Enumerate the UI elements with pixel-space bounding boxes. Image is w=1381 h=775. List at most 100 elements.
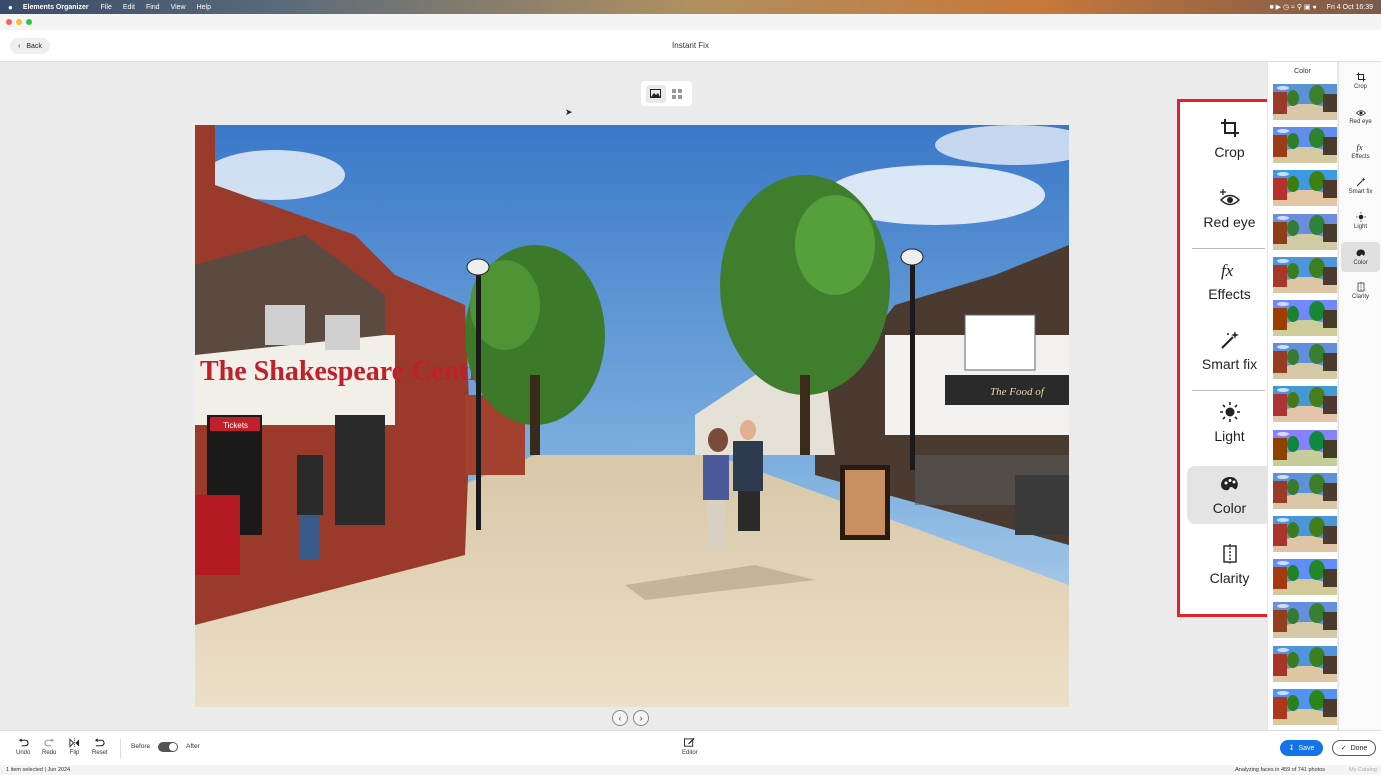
tool-crop-label: Crop [1214,144,1245,160]
clarity-icon [1357,282,1364,292]
redo-icon [44,738,54,747]
reset-label: Reset [92,750,108,756]
editor-label: Editor [682,750,698,756]
menu-app-name[interactable]: Elements Organizer [23,4,89,11]
status-bar: 1 item selected | Jun 2024 Analyzing fac… [0,765,1381,775]
mini-tool-smart-fix[interactable]: Smart fix [1341,171,1380,201]
tool-color[interactable]: Color [1187,466,1272,524]
tool-sidebar: Crop Red eye fx Effects Smart fix Light … [1338,62,1381,730]
mini-tool-clarity[interactable]: Clarity [1341,276,1380,306]
flip-button[interactable]: Flip [69,738,80,756]
preset-thumbnail[interactable] [1273,559,1337,596]
redo-button[interactable]: Redo [42,738,56,756]
minimize-window-button[interactable] [16,19,22,25]
tool-clarity[interactable]: Clarity [1187,536,1272,594]
tool-clarity-label: Clarity [1209,570,1250,586]
face-analysis-status: Analyzing faces in 459 of 741 photos [1235,767,1325,773]
crop-icon [1220,119,1239,137]
tickets-sign-text: Tickets [223,421,248,430]
red-eye-icon [1355,110,1366,116]
editor-icon [684,738,695,747]
red-eye-icon [1219,189,1240,206]
crop-icon [1356,72,1365,82]
preset-thumbnail[interactable] [1273,386,1337,423]
tool-effects[interactable]: fx Effects [1187,252,1272,310]
reset-button[interactable]: Reset [92,738,108,756]
main-photo[interactable]: The Shakespeare Centre Tickets The Food … [195,125,1069,707]
clarity-icon [1222,544,1237,564]
preset-thumbnail[interactable] [1273,84,1337,120]
preset-thumbnail[interactable] [1273,645,1337,682]
tool-effects-label: Effects [1208,286,1251,302]
preset-thumbnail[interactable] [1273,516,1337,552]
macos-menu-bar: ● Elements Organizer File Edit Find View… [0,0,1381,14]
preset-thumbnail[interactable] [1273,472,1337,509]
preset-thumbnail[interactable] [1273,127,1337,164]
preset-thumbnail[interactable] [1273,213,1337,250]
tool-smart-fix[interactable]: Smart fix [1187,322,1272,380]
window-title-bar [0,14,1381,30]
menu-help[interactable]: Help [197,4,211,11]
street-photo-illustration: The Shakespeare Centre Tickets The Food … [195,125,1069,707]
before-after-toggle[interactable] [158,742,178,752]
menu-view[interactable]: View [171,4,186,11]
editor-button[interactable]: Editor [682,738,698,756]
zoom-window-button[interactable] [26,19,32,25]
preset-thumbnail[interactable] [1273,170,1337,207]
undo-button[interactable]: Undo [16,738,30,756]
tool-light[interactable]: Light [1187,394,1272,452]
menu-edit[interactable]: Edit [123,4,135,11]
color-icon [1356,249,1365,257]
preset-thumbnail[interactable] [1273,300,1337,336]
preset-thumbnail[interactable] [1273,256,1337,293]
mini-tool-smart-fix-label: Smart fix [1348,189,1373,195]
tool-red-eye-label: Red eye [1203,214,1256,230]
preset-thumbnail[interactable] [1273,343,1337,380]
photo-navigation: ‹ › [612,710,649,726]
tool-light-label: Light [1214,428,1245,444]
save-label: Save [1298,744,1315,752]
effects-icon: fx [1221,261,1234,280]
preset-thumbnail[interactable] [1273,429,1337,466]
close-window-button[interactable] [6,19,12,25]
menu-find[interactable]: Find [146,4,160,11]
mini-tool-red-eye-label: Red eye [1349,119,1372,125]
mini-tool-color-label: Color [1353,260,1368,266]
catalog-name[interactable]: My Catalog [1349,767,1377,773]
reset-icon [95,738,105,747]
previous-photo-button[interactable]: ‹ [612,710,628,726]
save-button[interactable]: ↧ Save [1280,740,1323,756]
undo-label: Undo [16,750,31,756]
menu-clock[interactable]: Fri 4 Oct 16:39 [1327,4,1373,11]
mini-tool-crop[interactable]: Crop [1341,66,1380,96]
tool-crop[interactable]: Crop [1187,110,1272,168]
instant-fix-tool-panel: Crop Red eye fx Effects Smart fix Light … [1177,99,1279,617]
strip-title: Color [1294,68,1311,75]
save-icon: ↧ [1288,745,1295,752]
flip-label: Flip [69,750,80,756]
mini-tool-red-eye[interactable]: Red eye [1341,101,1380,131]
status-icons[interactable]: ■ ▶ ◷ ≈ ⚲ ▣ ● [1270,3,1317,11]
mouse-cursor: ➤ [565,107,573,117]
next-photo-button[interactable]: › [633,710,649,726]
mini-tool-effects[interactable]: fx Effects [1341,136,1380,166]
done-button[interactable]: ✓ Done [1332,740,1376,756]
preset-thumbnail[interactable] [1273,602,1337,639]
preset-thumbnail[interactable] [1273,688,1337,725]
divider [120,739,121,759]
svg-text:fx: fx [1221,261,1234,280]
before-label: Before [131,743,151,750]
grid-view-button[interactable] [667,85,687,103]
single-view-button[interactable] [645,84,666,103]
mini-tool-color[interactable]: Color [1341,242,1380,272]
done-label: Done [1350,744,1368,752]
effects-icon: fx [1356,142,1362,152]
after-label: After [186,743,200,750]
smart-fix-icon [1220,331,1239,349]
svg-text:fx: fx [1356,142,1362,152]
apple-icon[interactable]: ● [8,3,13,12]
undo-icon [18,738,29,747]
menu-file[interactable]: File [101,4,112,11]
tool-red-eye[interactable]: Red eye [1187,180,1272,238]
mini-tool-light[interactable]: Light [1341,206,1380,236]
